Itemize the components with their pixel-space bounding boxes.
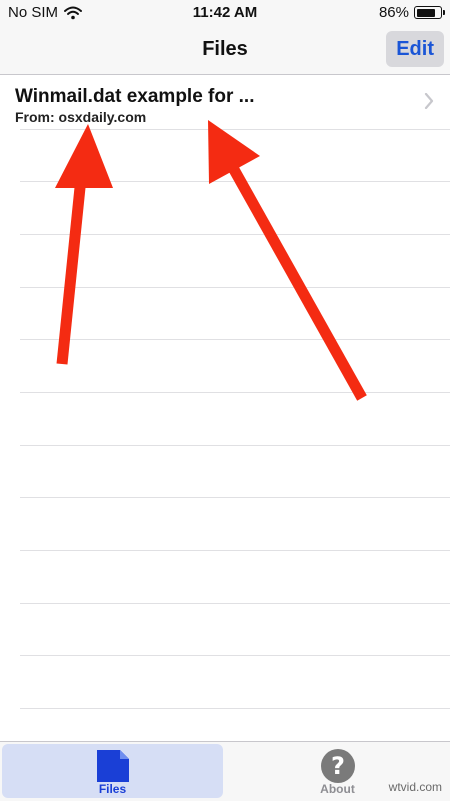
- row-separator: [20, 497, 450, 498]
- row-separator: [20, 181, 450, 182]
- file-source: From: osxdaily.com: [15, 109, 147, 125]
- navigation-bar: Files Edit: [0, 26, 450, 75]
- battery-status: 86%: [378, 4, 445, 21]
- row-separator: [20, 708, 450, 709]
- edit-button[interactable]: Edit: [386, 31, 444, 67]
- battery-fill: [416, 8, 436, 17]
- row-separator: [20, 234, 450, 235]
- file-title: Winmail.dat example for ...: [15, 86, 255, 107]
- row-separator: [20, 655, 450, 656]
- chevron-right-icon: [424, 93, 434, 109]
- row-separator: [20, 129, 450, 130]
- tab-bar: Files ? About: [0, 741, 450, 801]
- svg-text:?: ?: [331, 752, 345, 780]
- tab-files[interactable]: Files: [2, 744, 223, 798]
- question-icon: ?: [320, 749, 355, 783]
- status-bar: No SIM 11:42 AM 86%: [0, 0, 450, 26]
- tab-files-label: Files: [98, 782, 127, 796]
- row-separator: [20, 339, 450, 340]
- row-separator: [20, 445, 450, 446]
- document-icon: [96, 750, 129, 782]
- row-separator: [20, 392, 450, 393]
- file-row[interactable]: Winmail.dat example for ... From: osxdai…: [0, 75, 450, 129]
- row-separator: [20, 550, 450, 551]
- watermark: wtvid.com: [388, 780, 442, 794]
- row-separator: [20, 603, 450, 604]
- row-separator: [20, 287, 450, 288]
- file-list: Winmail.dat example for ... From: osxdai…: [0, 75, 450, 741]
- battery-icon: [414, 6, 445, 19]
- battery-percent: 86%: [378, 4, 409, 21]
- page-title: Files: [202, 38, 248, 60]
